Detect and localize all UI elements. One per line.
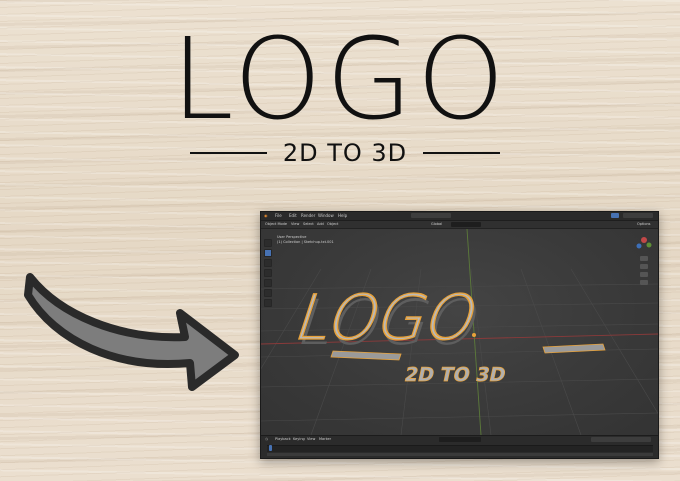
scale-tool-icon xyxy=(264,279,272,287)
select-box-tool-icon xyxy=(264,249,272,257)
timeline-keying: Keying xyxy=(293,437,305,441)
logo-3d-text: LOGO xyxy=(286,282,487,354)
timeline-view: View xyxy=(307,437,316,441)
transform-orientation: Global xyxy=(431,222,443,226)
move-tool-icon xyxy=(264,259,272,267)
view-layer-field xyxy=(623,213,653,218)
measure-tool-icon xyxy=(264,299,272,307)
left-rule xyxy=(190,152,267,154)
z-axis-icon xyxy=(636,243,642,249)
subtitle-3d-text: 2D TO 3D xyxy=(403,363,508,386)
3d-viewport: LOGO LOGO 2D TO 3D User Perspective (1) … xyxy=(261,229,658,435)
right-bar xyxy=(542,343,606,354)
playhead xyxy=(269,445,272,451)
tweak-tool-icon xyxy=(264,239,272,247)
rotate-tool-icon xyxy=(264,269,272,277)
annotate-tool-icon xyxy=(264,289,272,297)
menu-help: Help xyxy=(338,213,348,218)
workspace-tabs xyxy=(411,213,451,218)
x-axis-icon xyxy=(641,237,647,243)
menu-object: Object xyxy=(327,222,339,226)
curved-arrow-right-icon xyxy=(24,273,239,391)
frame-range-fields xyxy=(591,437,651,442)
camera-view-icon xyxy=(640,272,648,277)
menu-file: File xyxy=(275,213,282,218)
object-mode-dropdown: Object Mode xyxy=(265,222,288,226)
menu-select: Select xyxy=(303,222,314,226)
blender-topbar: ◉ File Edit Render Window Help xyxy=(261,212,658,221)
pan-icon xyxy=(640,264,648,269)
viewport-overlay-collection: (1) Collection | Sketchup.txt.001 xyxy=(277,240,334,244)
options-dropdown: Options xyxy=(637,222,651,226)
perspective-toggle-icon xyxy=(640,280,648,285)
menu-window: Window xyxy=(318,213,334,218)
scene-button xyxy=(611,213,619,218)
blender-header: Object Mode View Select Add Object Globa… xyxy=(261,221,658,229)
menu-render: Render xyxy=(301,213,316,218)
blender-logo-icon: ◉ xyxy=(264,213,268,218)
toolbar-left xyxy=(264,239,273,319)
navigation-gizmo xyxy=(636,237,652,285)
hero-subtitle: 2D TO 3D xyxy=(282,139,408,167)
timeline-track xyxy=(267,453,653,456)
zoom-icon xyxy=(640,256,648,261)
timeline-marker: Marker xyxy=(319,437,332,441)
blender-screenshot: ◉ File Edit Render Window Help Object Mo… xyxy=(260,211,659,459)
menu-view: View xyxy=(291,222,300,226)
playback-controls xyxy=(439,437,481,442)
viewport-scene: LOGO LOGO 2D TO 3D xyxy=(261,229,658,435)
hero-title: LOGO xyxy=(171,15,509,145)
timeline-editor-icon: ◷ xyxy=(265,437,269,441)
menu-edit: Edit xyxy=(289,213,297,218)
right-rule xyxy=(423,152,500,154)
subtitle-row: 2D TO 3D xyxy=(190,138,500,168)
timeline: ◷ Playback Keying View Marker xyxy=(261,435,658,458)
timeline-ruler xyxy=(267,445,653,452)
y-axis-icon xyxy=(646,242,652,248)
object-origin xyxy=(472,333,476,337)
menu-add: Add xyxy=(317,222,324,226)
snap-controls xyxy=(451,222,481,227)
timeline-playback: Playback xyxy=(275,437,291,441)
